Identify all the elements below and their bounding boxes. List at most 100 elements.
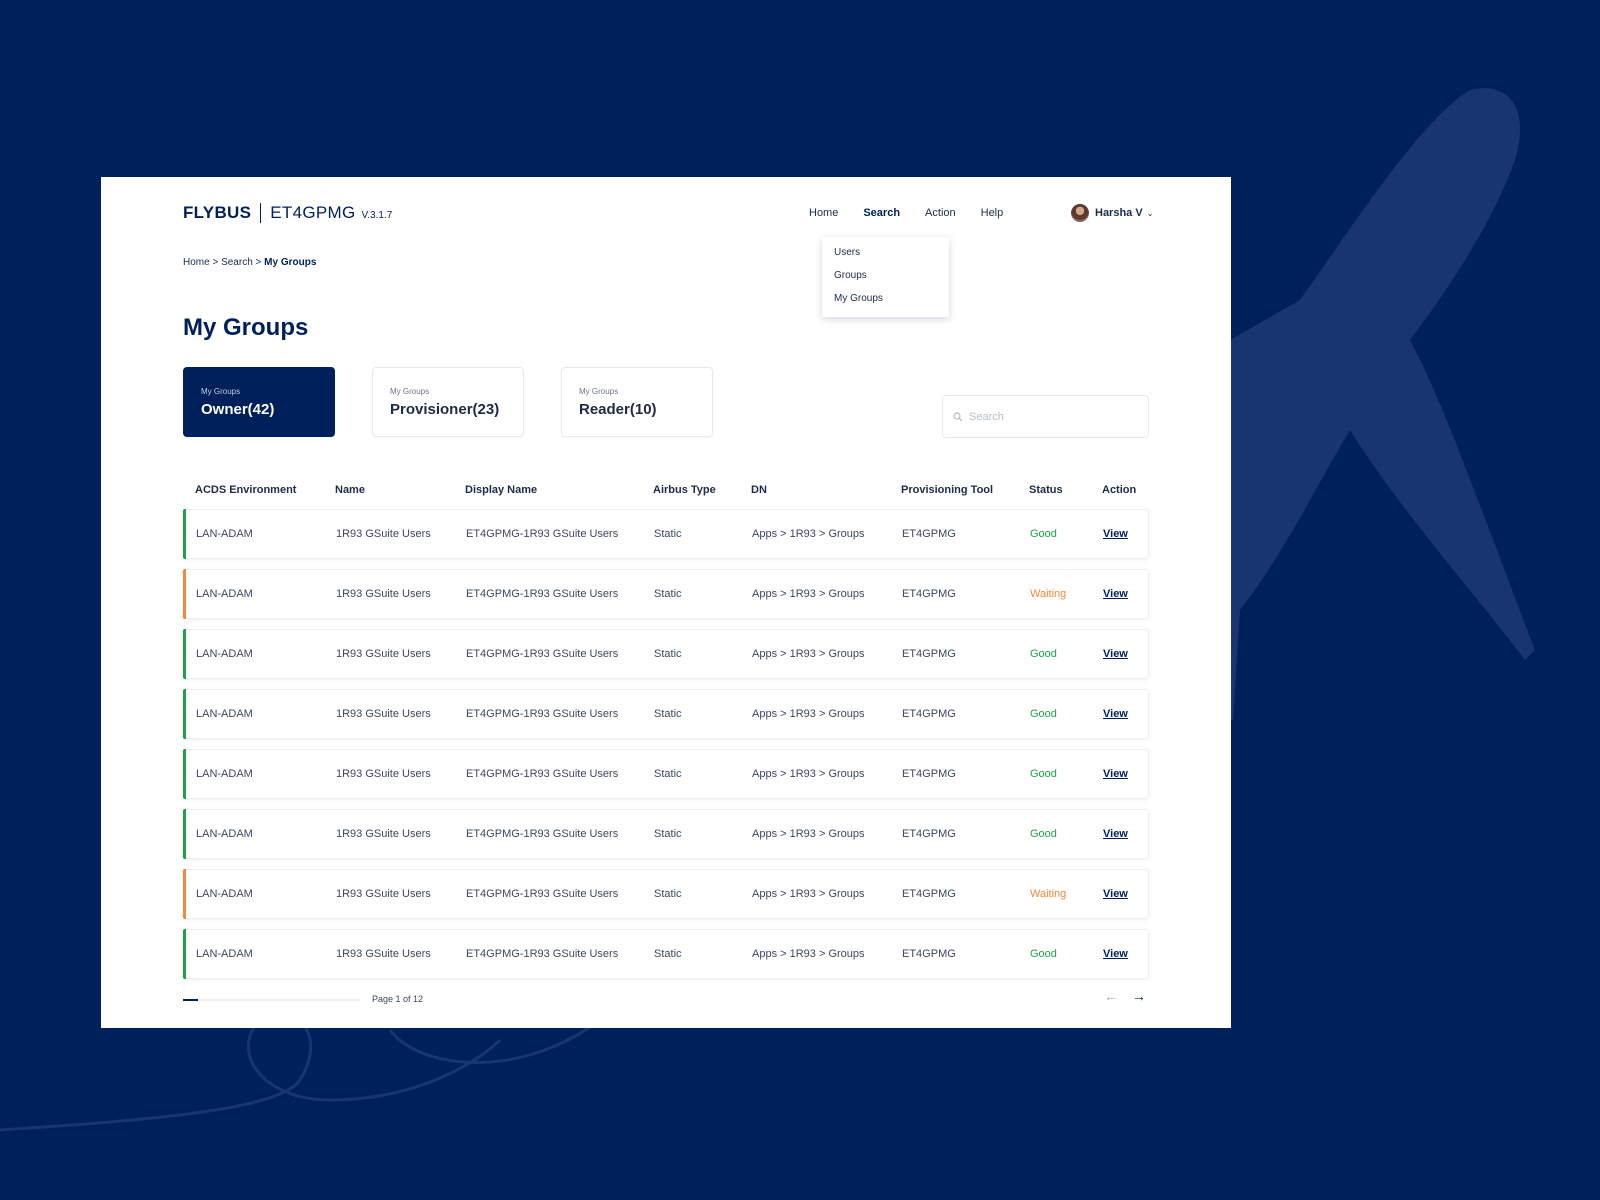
- brand-name: FLYBUS: [183, 203, 252, 222]
- status-indicator-bar: [183, 629, 186, 679]
- cell-name: 1R93 GSuite Users: [336, 828, 431, 840]
- search-icon: [953, 411, 963, 421]
- view-link[interactable]: View: [1103, 828, 1128, 840]
- table-row[interactable]: LAN-ADAM 1R93 GSuite Users ET4GPMG-1R93 GS…: [183, 749, 1149, 799]
- cell-environment: LAN-ADAM: [196, 828, 253, 840]
- breadcrumb-path[interactable]: Home > Search >: [183, 257, 264, 268]
- cell-provisioning-tool: ET4GPMG: [902, 768, 956, 780]
- cell-display-name: ET4GPMG-1R93 GSuite Users: [466, 588, 619, 600]
- view-link[interactable]: View: [1103, 888, 1128, 900]
- search-input[interactable]: [969, 410, 1129, 423]
- cell-provisioning-tool: ET4GPMG: [902, 948, 956, 960]
- table-row[interactable]: LAN-ADAM 1R93 GSuite Users ET4GPMG-1R93 GS…: [183, 509, 1149, 559]
- column-header[interactable]: Airbus Type: [653, 484, 716, 496]
- cell-airbus-type: Static: [654, 828, 682, 840]
- table-row[interactable]: LAN-ADAM 1R93 GSuite Users ET4GPMG-1R93 GS…: [183, 809, 1149, 859]
- cell-environment: LAN-ADAM: [196, 588, 253, 600]
- tab-provisioner[interactable]: My Groups Provisioner(23): [372, 367, 524, 437]
- status-badge: Waiting: [1030, 588, 1067, 600]
- page-title: My Groups: [183, 314, 309, 341]
- pagination-progress: [183, 999, 360, 1001]
- view-link[interactable]: View: [1103, 588, 1128, 600]
- column-header[interactable]: Provisioning Tool: [901, 484, 993, 496]
- breadcrumb-current: My Groups: [264, 257, 317, 268]
- view-link[interactable]: View: [1103, 648, 1128, 660]
- cell-airbus-type: Static: [654, 768, 682, 780]
- cell-airbus-type: Static: [654, 888, 682, 900]
- column-header[interactable]: Display Name: [465, 484, 537, 496]
- cell-display-name: ET4GPMG-1R93 GSuite Users: [466, 948, 619, 960]
- cell-dn: Apps > 1R93 > Groups: [752, 768, 865, 780]
- user-menu[interactable]: Harsha V ⌄: [1071, 204, 1153, 222]
- user-name: Harsha V: [1095, 207, 1143, 219]
- cell-environment: LAN-ADAM: [196, 648, 253, 660]
- table-row[interactable]: LAN-ADAM 1R93 GSuite Users ET4GPMG-1R93 GS…: [183, 929, 1149, 979]
- cell-dn: Apps > 1R93 > Groups: [752, 588, 865, 600]
- cell-provisioning-tool: ET4GPMG: [902, 528, 956, 540]
- status-indicator-bar: [183, 929, 186, 979]
- cell-airbus-type: Static: [654, 588, 682, 600]
- nav-search[interactable]: Search: [863, 207, 900, 219]
- status-badge: Good: [1030, 648, 1057, 660]
- table-row[interactable]: LAN-ADAM 1R93 GSuite Users ET4GPMG-1R93 GS…: [183, 689, 1149, 739]
- nav-help[interactable]: Help: [981, 207, 1004, 219]
- cell-provisioning-tool: ET4GPMG: [902, 828, 956, 840]
- tab-label: Owner(42): [201, 401, 275, 418]
- status-badge: Good: [1030, 708, 1057, 720]
- status-badge: Waiting: [1030, 888, 1067, 900]
- table-header: ACDS Environment Name Display Name Airbu…: [183, 484, 1149, 500]
- cell-airbus-type: Static: [654, 648, 682, 660]
- search-dropdown-menu: Users Groups My Groups: [822, 237, 949, 317]
- column-header[interactable]: Status: [1029, 484, 1063, 496]
- cell-display-name: ET4GPMG-1R93 GSuite Users: [466, 708, 619, 720]
- column-header[interactable]: ACDS Environment: [195, 484, 296, 496]
- group-role-tabs: My Groups Owner(42) My Groups Provisione…: [183, 367, 750, 437]
- dropdown-item-groups[interactable]: Groups: [834, 269, 937, 292]
- view-link[interactable]: View: [1103, 708, 1128, 720]
- breadcrumb: Home > Search > My Groups: [183, 257, 316, 268]
- arrow-left-icon[interactable]: ←: [1104, 988, 1118, 1004]
- tab-label: Provisioner(23): [390, 401, 500, 418]
- status-indicator-bar: [183, 749, 186, 799]
- view-link[interactable]: View: [1103, 948, 1128, 960]
- status-indicator-bar: [183, 689, 186, 739]
- cell-name: 1R93 GSuite Users: [336, 648, 431, 660]
- column-header[interactable]: Action: [1102, 484, 1136, 496]
- search-box: [942, 395, 1149, 438]
- cell-dn: Apps > 1R93 > Groups: [752, 828, 865, 840]
- cell-name: 1R93 GSuite Users: [336, 528, 431, 540]
- app-version: V.3.1.7: [361, 210, 393, 221]
- cell-dn: Apps > 1R93 > Groups: [752, 528, 865, 540]
- status-badge: Good: [1030, 948, 1057, 960]
- cell-dn: Apps > 1R93 > Groups: [752, 648, 865, 660]
- cell-dn: Apps > 1R93 > Groups: [752, 708, 865, 720]
- chevron-down-icon: ⌄: [1146, 208, 1154, 218]
- table-row[interactable]: LAN-ADAM 1R93 GSuite Users ET4GPMG-1R93 GS…: [183, 629, 1149, 679]
- tab-caption: My Groups: [201, 387, 241, 396]
- column-header[interactable]: Name: [335, 484, 365, 496]
- view-link[interactable]: View: [1103, 528, 1128, 540]
- cell-dn: Apps > 1R93 > Groups: [752, 888, 865, 900]
- tab-reader[interactable]: My Groups Reader(10): [561, 367, 713, 437]
- cell-airbus-type: Static: [654, 708, 682, 720]
- tab-owner[interactable]: My Groups Owner(42): [183, 367, 335, 437]
- arrow-right-icon[interactable]: →: [1132, 988, 1146, 1004]
- nav-home[interactable]: Home: [809, 207, 838, 219]
- view-link[interactable]: View: [1103, 768, 1128, 780]
- cell-airbus-type: Static: [654, 948, 682, 960]
- pagination-label: Page 1 of 12: [372, 994, 424, 1004]
- dropdown-item-my-groups[interactable]: My Groups: [834, 292, 937, 315]
- avatar: [1071, 204, 1089, 222]
- column-header[interactable]: DN: [751, 484, 767, 496]
- table-row[interactable]: LAN-ADAM 1R93 GSuite Users ET4GPMG-1R93 GS…: [183, 569, 1149, 619]
- cell-name: 1R93 GSuite Users: [336, 588, 431, 600]
- cell-display-name: ET4GPMG-1R93 GSuite Users: [466, 888, 619, 900]
- groups-table-body: LAN-ADAM 1R93 GSuite Users ET4GPMG-1R93 GS…: [183, 509, 1149, 989]
- status-indicator-bar: [183, 809, 186, 859]
- brand-logo[interactable]: FLYBUS ET4GPMG V.3.1.7: [183, 203, 392, 223]
- cell-environment: LAN-ADAM: [196, 528, 253, 540]
- dropdown-item-users[interactable]: Users: [834, 246, 937, 269]
- nav-action[interactable]: Action: [925, 207, 956, 219]
- app-window: FLYBUS ET4GPMG V.3.1.7 Home Search Actio…: [101, 177, 1231, 1028]
- table-row[interactable]: LAN-ADAM 1R93 GSuite Users ET4GPMG-1R93 GS…: [183, 869, 1149, 919]
